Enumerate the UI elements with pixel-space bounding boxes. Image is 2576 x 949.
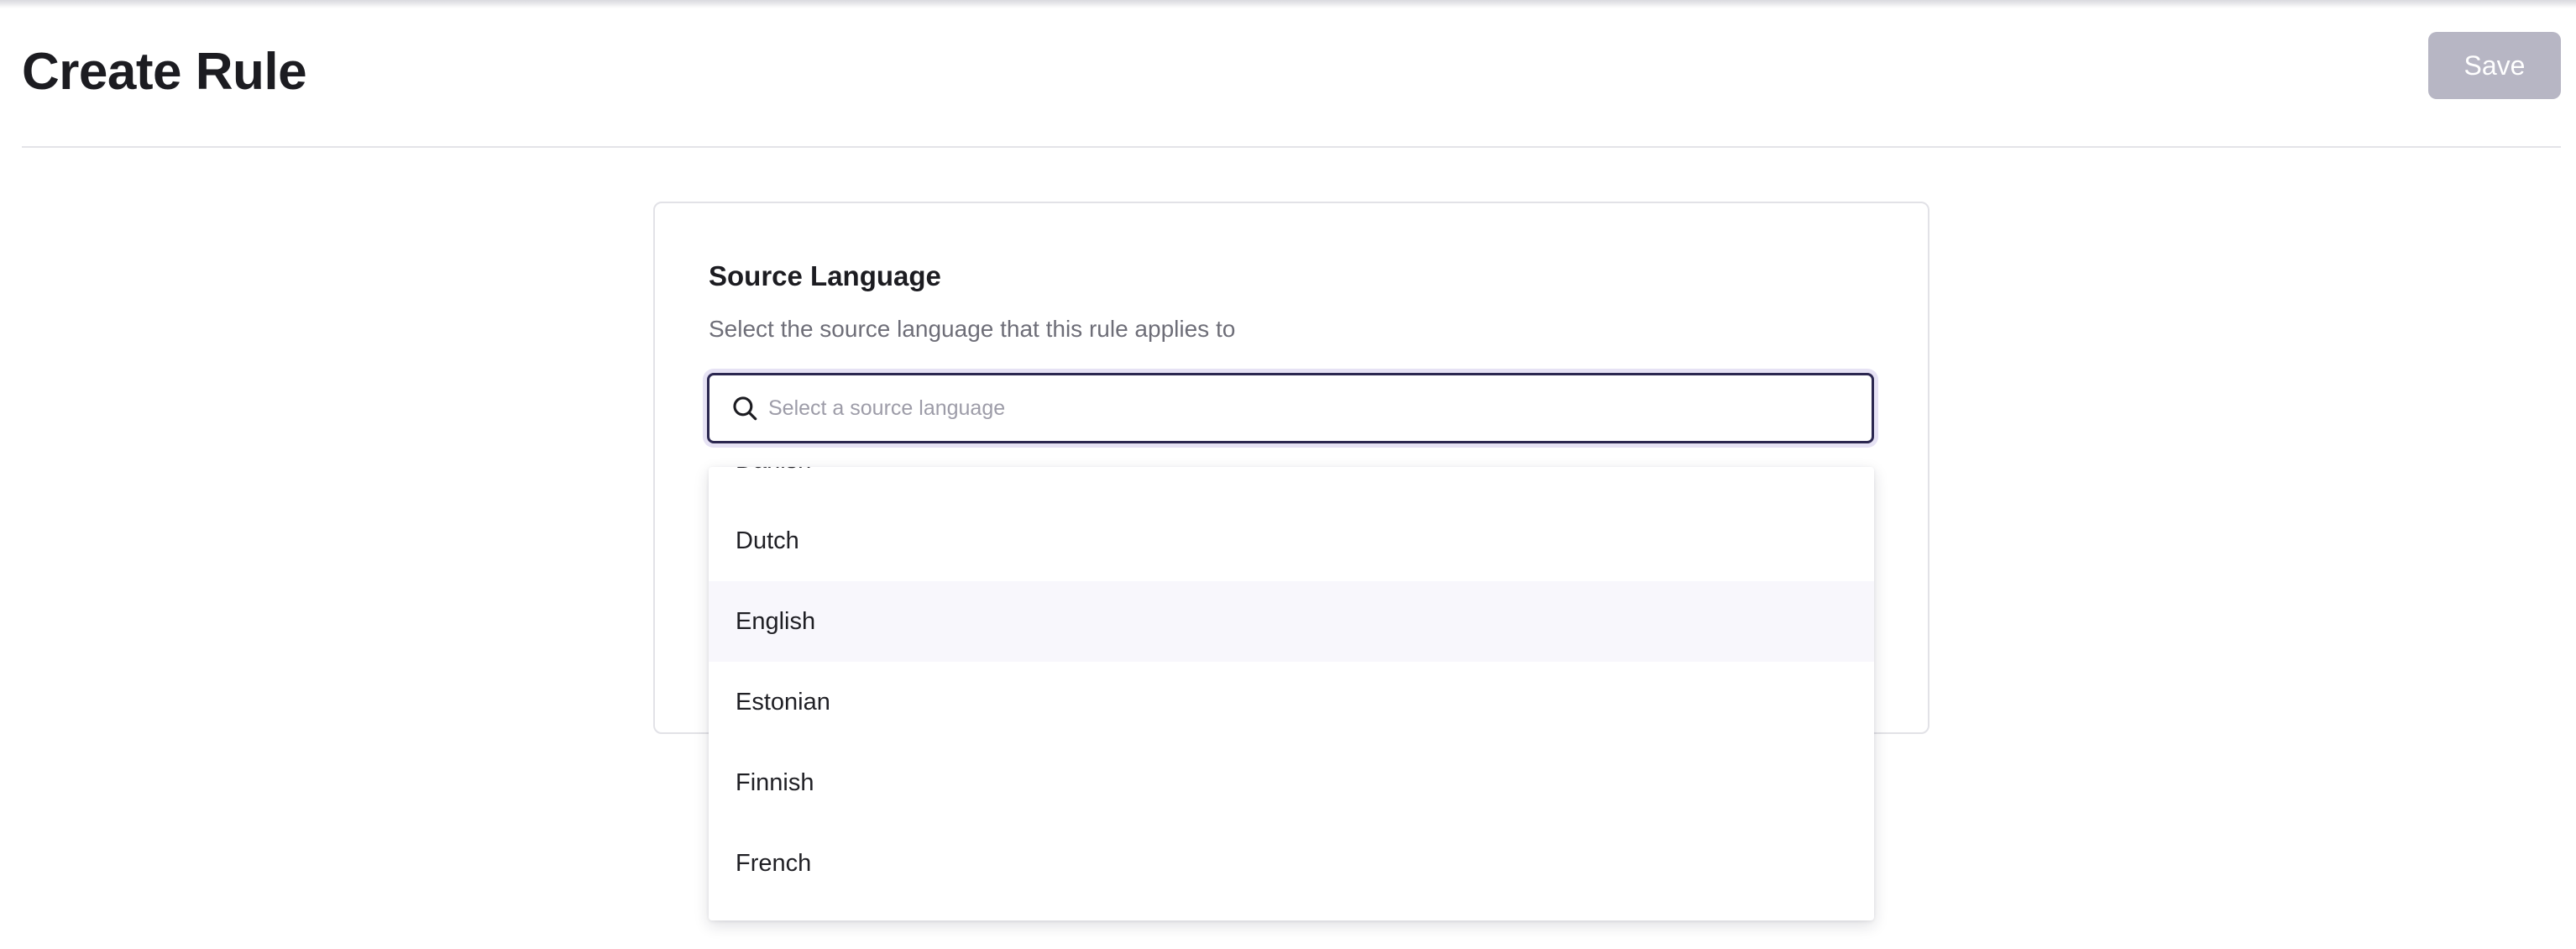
source-language-help: Select the source language that this rul… bbox=[709, 316, 1236, 342]
page-title: Create Rule bbox=[22, 43, 307, 101]
source-language-label: Source Language bbox=[709, 260, 941, 291]
save-button[interactable]: Save bbox=[2428, 32, 2561, 99]
language-options-list: DanishDutchEnglishEstonianFinnishFrench bbox=[709, 467, 1874, 904]
search-icon bbox=[730, 393, 760, 423]
language-dropdown[interactable]: DanishDutchEnglishEstonianFinnishFrench bbox=[709, 467, 1874, 920]
language-option-french[interactable]: French bbox=[709, 823, 1874, 904]
source-language-search[interactable] bbox=[707, 373, 1874, 443]
page-header: Create Rule Save bbox=[0, 0, 2576, 148]
language-option-danish[interactable]: Danish bbox=[709, 467, 1874, 501]
language-option-english[interactable]: English bbox=[709, 581, 1874, 662]
language-option-estonian[interactable]: Estonian bbox=[709, 662, 1874, 742]
language-option-dutch[interactable]: Dutch bbox=[709, 501, 1874, 581]
language-option-finnish[interactable]: Finnish bbox=[709, 742, 1874, 823]
source-language-input[interactable] bbox=[768, 383, 1843, 433]
header-divider bbox=[22, 146, 2561, 148]
